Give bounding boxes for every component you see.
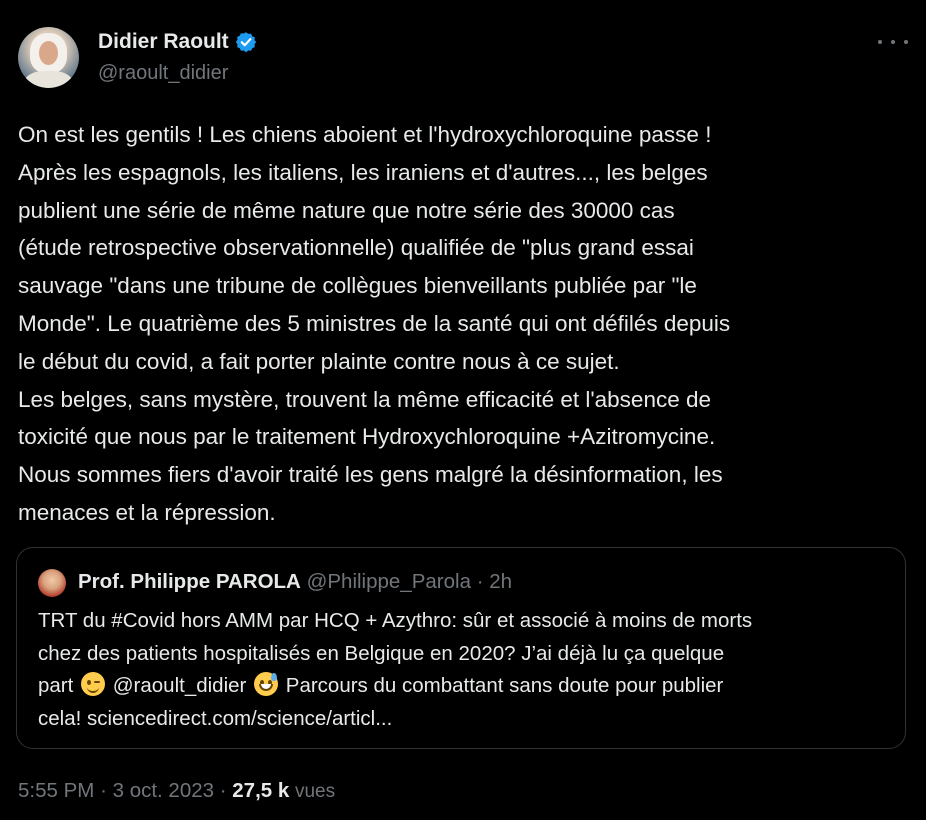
- author-name-row: Didier Raoult: [98, 28, 257, 56]
- tweet-text-line: toxicité que nous par le traitement Hydr…: [18, 424, 716, 450]
- tweet-text-line: On est les gentils ! Les chiens aboient …: [18, 122, 712, 147]
- quote-author-name[interactable]: Prof. Philippe PAROLA: [78, 570, 301, 593]
- quote-header: Prof. Philippe PAROLA @Philippe_Parola ·…: [78, 568, 512, 596]
- quote-text-line: part @raoult_didier Parcours du combatta…: [38, 670, 898, 703]
- tweet-text-line: le début du covid, a fait porter plainte…: [18, 348, 620, 374]
- quote-separator: ·: [476, 570, 484, 593]
- quote-author-handle[interactable]: @Philippe_Parola: [307, 570, 471, 593]
- views-label: vues: [294, 781, 336, 802]
- tweet-text-line: (étude retrospective observationnelle) q…: [18, 235, 694, 261]
- author-handle[interactable]: @raoult_didier: [98, 62, 228, 85]
- avatar-shirt: [24, 71, 73, 88]
- quote-text-line: TRT du #Covid hors AMM par HCQ + Azythro…: [38, 609, 753, 632]
- quote-text-segment: part: [38, 674, 74, 697]
- quote-text-line: cela! sciencedirect.com/science/articl..…: [38, 706, 393, 730]
- tweet-date[interactable]: 3 oct. 2023: [113, 779, 214, 802]
- tweet-text: On est les gentils ! Les chiens aboient …: [18, 116, 898, 532]
- tweet-text-line: Monde". Le quatrième des 5 ministres de …: [18, 310, 731, 336]
- meta-separator: ·: [219, 779, 227, 802]
- tweet-text-line: publient une série de même nature que no…: [18, 197, 675, 223]
- tweet-text-line: Après les espagnols, les italiens, les i…: [18, 159, 708, 185]
- avatar-face: [39, 41, 58, 65]
- views-count[interactable]: 27,5 k: [232, 779, 289, 802]
- more-dot: [904, 40, 908, 44]
- tweet-text-line: Nous sommes fiers d'avoir traité les gen…: [18, 462, 723, 488]
- quoted-tweet-card[interactable]: Prof. Philippe PAROLA @Philippe_Parola ·…: [16, 547, 906, 749]
- grinning-sweat-emoji: [254, 672, 279, 696]
- tweet-time[interactable]: 5:55 PM: [18, 779, 94, 802]
- tweet: Didier Raoult @raoult_didier On est les …: [0, 0, 926, 820]
- author-display-name[interactable]: Didier Raoult: [98, 30, 229, 54]
- tweet-text-line: sauvage "dans une tribune de collègues b…: [18, 273, 697, 299]
- tweet-text-line: Les belges, sans mystère, trouvent la mê…: [18, 386, 711, 412]
- quote-text-line: chez des patients hospitalisés en Belgiq…: [38, 641, 725, 665]
- more-dot: [878, 40, 882, 44]
- tweet-metadata: 5:55 PM · 3 oct. 2023 · 27,5 k vues: [18, 776, 335, 807]
- more-horizontal-icon[interactable]: [878, 30, 908, 54]
- author-avatar[interactable]: [18, 27, 79, 88]
- quote-author-avatar[interactable]: [38, 569, 66, 597]
- verified-badge-icon[interactable]: [235, 31, 257, 53]
- meta-separator: ·: [100, 779, 107, 802]
- tweet-text-line: menaces et la répression.: [18, 499, 276, 525]
- more-dot: [891, 40, 895, 44]
- winking-face-emoji: [81, 672, 106, 696]
- quote-text: TRT du #Covid hors AMM par HCQ + Azythro…: [38, 605, 898, 735]
- quote-text-segment: Parcours du combattant sans doute pour p…: [285, 674, 724, 697]
- quote-mention: @raoult_didier: [112, 674, 247, 697]
- quote-timestamp[interactable]: 2h: [489, 570, 512, 593]
